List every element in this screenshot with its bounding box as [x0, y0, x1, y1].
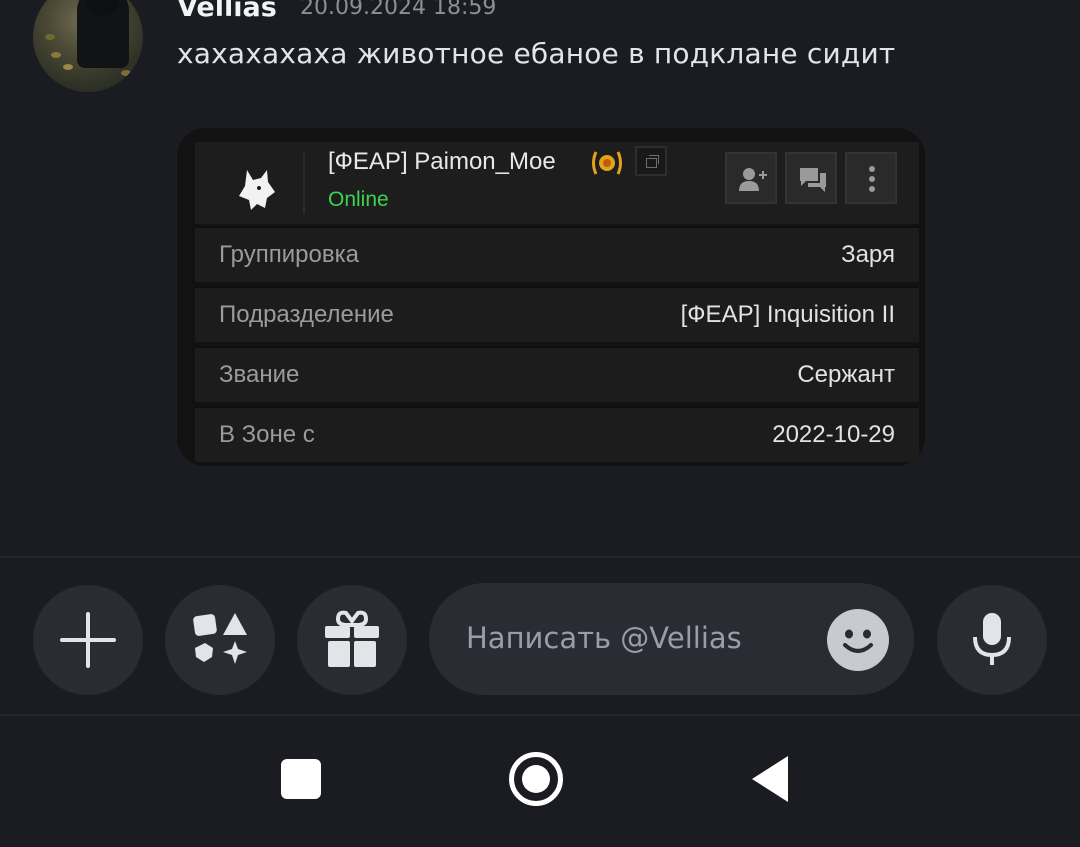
- message-timestamp: 20.09.2024 18:59: [300, 0, 497, 20]
- more-options-icon: [845, 152, 897, 204]
- message-input-placeholder: Написать @Vellias: [466, 621, 742, 655]
- info-row-division: Подразделение [ФЕАР] Inquisition II: [195, 286, 919, 342]
- info-row-zone-since: В Зоне с 2022-10-29: [195, 406, 919, 462]
- rank-badge-icon: [592, 151, 622, 175]
- info-value: Заря: [841, 241, 895, 268]
- attached-image[interactable]: [ФЕАР] Paimon_Moe Online Группировка Зар…: [177, 128, 925, 466]
- chat-icon: [785, 152, 837, 204]
- info-label: Группировка: [219, 241, 359, 268]
- info-value: Сержант: [797, 361, 895, 388]
- system-navigation-bar: [0, 716, 1080, 847]
- header-divider: [303, 152, 305, 214]
- player-name: [ФЕАР] Paimon_Moe: [328, 148, 556, 175]
- info-label: Звание: [219, 361, 300, 388]
- apps-button[interactable]: [165, 585, 275, 695]
- apps-icon: [193, 613, 247, 664]
- message-text: хахахахаха животное ебаное в подклане си…: [177, 37, 896, 70]
- gift-icon: [325, 610, 379, 667]
- plus-icon: [60, 612, 116, 668]
- back-icon[interactable]: [752, 756, 788, 802]
- info-label: Подразделение: [219, 301, 394, 328]
- gift-button[interactable]: [297, 585, 407, 695]
- recent-apps-icon[interactable]: [281, 759, 321, 799]
- message: Vellias 20.09.2024 18:59 хахахахаха живо…: [0, 0, 1080, 556]
- add-attachment-button[interactable]: [33, 585, 143, 695]
- info-value: 2022-10-29: [772, 421, 895, 448]
- author-name[interactable]: Vellias: [177, 0, 277, 23]
- info-row-faction: Группировка Заря: [195, 226, 919, 282]
- message-input[interactable]: Написать @Vellias: [429, 583, 914, 695]
- microphone-icon: [973, 613, 1011, 665]
- info-value: [ФЕАР] Inquisition II: [680, 301, 895, 328]
- home-icon[interactable]: [509, 752, 563, 806]
- copy-icon: [635, 146, 667, 176]
- info-label: В Зоне с: [219, 421, 315, 448]
- author-avatar[interactable]: [33, 0, 143, 92]
- wolf-icon: [239, 170, 275, 210]
- player-header-panel: [ФЕАР] Paimon_Moe Online: [195, 142, 919, 224]
- smile-icon: [843, 629, 873, 653]
- add-friend-icon: [725, 152, 777, 204]
- message-composer: Написать @Vellias: [0, 556, 1080, 716]
- voice-message-button[interactable]: [937, 585, 1047, 695]
- emoji-button[interactable]: [827, 609, 889, 671]
- online-status: Online: [328, 188, 389, 211]
- info-row-rank: Звание Сержант: [195, 346, 919, 402]
